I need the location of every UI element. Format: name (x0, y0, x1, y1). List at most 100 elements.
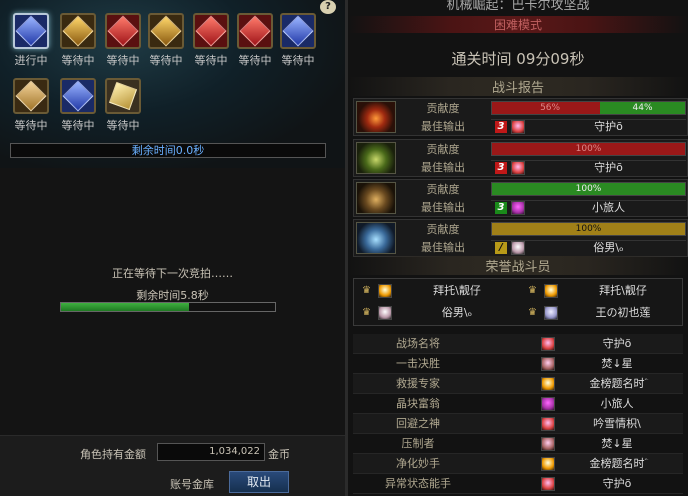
contribution-segment: 100% (492, 143, 685, 155)
award-player-name[interactable]: 焚↓星 (557, 434, 677, 454)
slot-status[interactable]: 等待中 (5, 117, 57, 133)
slot-status[interactable]: 等待中 (272, 52, 324, 68)
loot-slot[interactable]: 等待中 (11, 78, 51, 136)
loot-slot[interactable]: 等待中 (58, 13, 98, 71)
report-row: 贡献度 最佳输出 56% 44% 3 守护õ (353, 98, 688, 136)
loot-box-icon (193, 13, 229, 49)
contribution-bar: 100% (491, 182, 686, 196)
loot-box-icon (105, 78, 141, 114)
gem-shape (15, 80, 47, 112)
honor-entry[interactable]: ♛ 王の初也莲 (524, 305, 688, 323)
best-output-row: / 俗男\ₒ (491, 240, 686, 255)
gold-unit: 金币 (268, 448, 290, 461)
award-title: 压制者 (401, 437, 435, 450)
award-row: 战场名将 守护õ (353, 334, 683, 354)
gem-shape (282, 15, 314, 47)
player-avatar (541, 337, 555, 351)
honor-player-name: 拜托\靓仔 (433, 284, 481, 297)
honor-entry[interactable]: ♛ 俗男\ₒ (358, 305, 522, 323)
loot-slot[interactable]: 等待中 (191, 13, 231, 71)
award-player-name[interactable]: 守护õ (557, 474, 677, 494)
player-avatar (541, 437, 555, 451)
rank-badge: / (495, 242, 507, 254)
loot-slot[interactable]: 等待中 (235, 13, 275, 71)
player-avatar (511, 161, 525, 175)
award-player-name[interactable]: 吟雪情枳\ (557, 414, 677, 434)
player-avatar (541, 457, 555, 471)
loot-slot[interactable]: 等待中 (146, 13, 186, 71)
honor-entry[interactable]: ♛ 拜托\靓仔 (524, 283, 688, 301)
loot-box-icon (148, 13, 184, 49)
award-row: 晶块富翁 小旅人 (353, 394, 683, 414)
award-player-name[interactable]: 焚↓星 (557, 354, 677, 374)
report-row: 贡献度 最佳输出 100% 3 小旅人 (353, 179, 688, 217)
award-list: 战场名将 守护õ 一击决胜 焚↓星 救援专家 金榜题名时ۧ 晶块富翁 小旅人 回避之神 吟雪情枳\… (353, 334, 683, 494)
gem-shape (62, 80, 94, 112)
help-icon[interactable]: ? (320, 0, 336, 14)
player-avatar (378, 306, 392, 320)
loot-slot[interactable]: 等待中 (278, 13, 318, 71)
best-output-label: 最佳输出 (421, 201, 465, 214)
contribution-segment: 56% (492, 102, 601, 114)
player-avatar (541, 477, 555, 491)
slot-status[interactable]: 进行中 (5, 52, 57, 68)
player-avatar (541, 377, 555, 391)
waiting-text: 正在等待下一次竞拍…… (112, 267, 233, 280)
auction-remaining-time: 剩余时间5.8秒 (136, 289, 209, 302)
honor-player-name: 俗男\ₒ (441, 306, 473, 319)
contribution-bar: 56% 44% (491, 101, 686, 115)
gold-label: 角色持有金额 (80, 448, 146, 461)
loot-slot[interactable]: 等待中 (58, 78, 98, 136)
gem-shape (15, 15, 47, 47)
best-output-player[interactable]: 小旅人 (531, 201, 686, 215)
battle-report-header: 战斗报告 (348, 77, 688, 96)
report-row: 贡献度 最佳输出 100% / 俗男\ₒ (353, 219, 688, 257)
best-output-row: 3 小旅人 (491, 200, 686, 215)
honor-player-name: 王の初也莲 (595, 306, 651, 319)
withdraw-button[interactable]: 取出 (229, 471, 289, 493)
slot-status[interactable]: 等待中 (97, 117, 149, 133)
boss-portrait (356, 101, 396, 133)
result-panel: 机械崛起：巴卡尔攻坚战 困难模式 通关时间 09分09秒 战斗报告 贡献度 最佳输… (348, 0, 688, 496)
gem-shape (239, 15, 271, 47)
best-output-player[interactable]: 俗男\ₒ (531, 241, 686, 255)
award-player-name[interactable]: 金榜题名时ۧ (557, 454, 677, 474)
best-output-player[interactable]: 守护õ (531, 161, 686, 175)
difficulty-label: 困难模式 (348, 16, 688, 33)
player-avatar (541, 357, 555, 371)
best-output-row: 3 守护õ (491, 119, 686, 134)
loot-slot[interactable]: 进行中 (11, 13, 51, 71)
loot-box-icon (105, 13, 141, 49)
honor-entry[interactable]: ♛ 拜托\靓仔 (358, 283, 522, 301)
loot-slot[interactable]: 等待中 (103, 13, 143, 71)
crown-icon: ♛ (528, 285, 537, 296)
award-title: 净化妙手 (396, 457, 440, 470)
award-title: 回避之神 (396, 417, 440, 430)
loot-box-icon (13, 13, 49, 49)
crown-icon: ♛ (362, 307, 371, 318)
award-player-name[interactable]: 小旅人 (557, 394, 677, 414)
award-title: 一击决胜 (396, 357, 440, 370)
dungeon-title: 机械崛起：巴卡尔攻坚战 (446, 0, 590, 13)
best-output-player[interactable]: 守护õ (531, 120, 686, 134)
award-row: 净化妙手 金榜题名时ۧ (353, 454, 683, 474)
contribution-label: 贡献度 (426, 143, 460, 156)
player-avatar (511, 120, 525, 134)
rank-badge: 3 (495, 162, 507, 174)
player-avatar (541, 397, 555, 411)
auction-panel: ? 进行中 等待中 等待中 等待中 等待中 等待中 等待中 等待中 等待中 等待中 剩余时间0.0… (0, 0, 345, 496)
loot-box-icon (237, 13, 273, 49)
crown-icon: ♛ (528, 307, 537, 318)
loot-box-icon (60, 78, 96, 114)
loot-slot[interactable]: 等待中 (103, 78, 143, 136)
award-row: 救援专家 金榜题名时ۧ (353, 374, 683, 394)
award-player-name[interactable]: 金榜题名时ۧ (557, 374, 677, 394)
player-avatar (378, 284, 392, 298)
award-player-name[interactable]: 守护õ (557, 334, 677, 354)
player-avatar (541, 417, 555, 431)
player-avatar (511, 201, 525, 215)
rank-badge: 3 (495, 202, 507, 214)
contribution-segment: 100% (492, 223, 685, 235)
award-title: 战场名将 (396, 337, 440, 350)
boss-portrait (356, 222, 396, 254)
